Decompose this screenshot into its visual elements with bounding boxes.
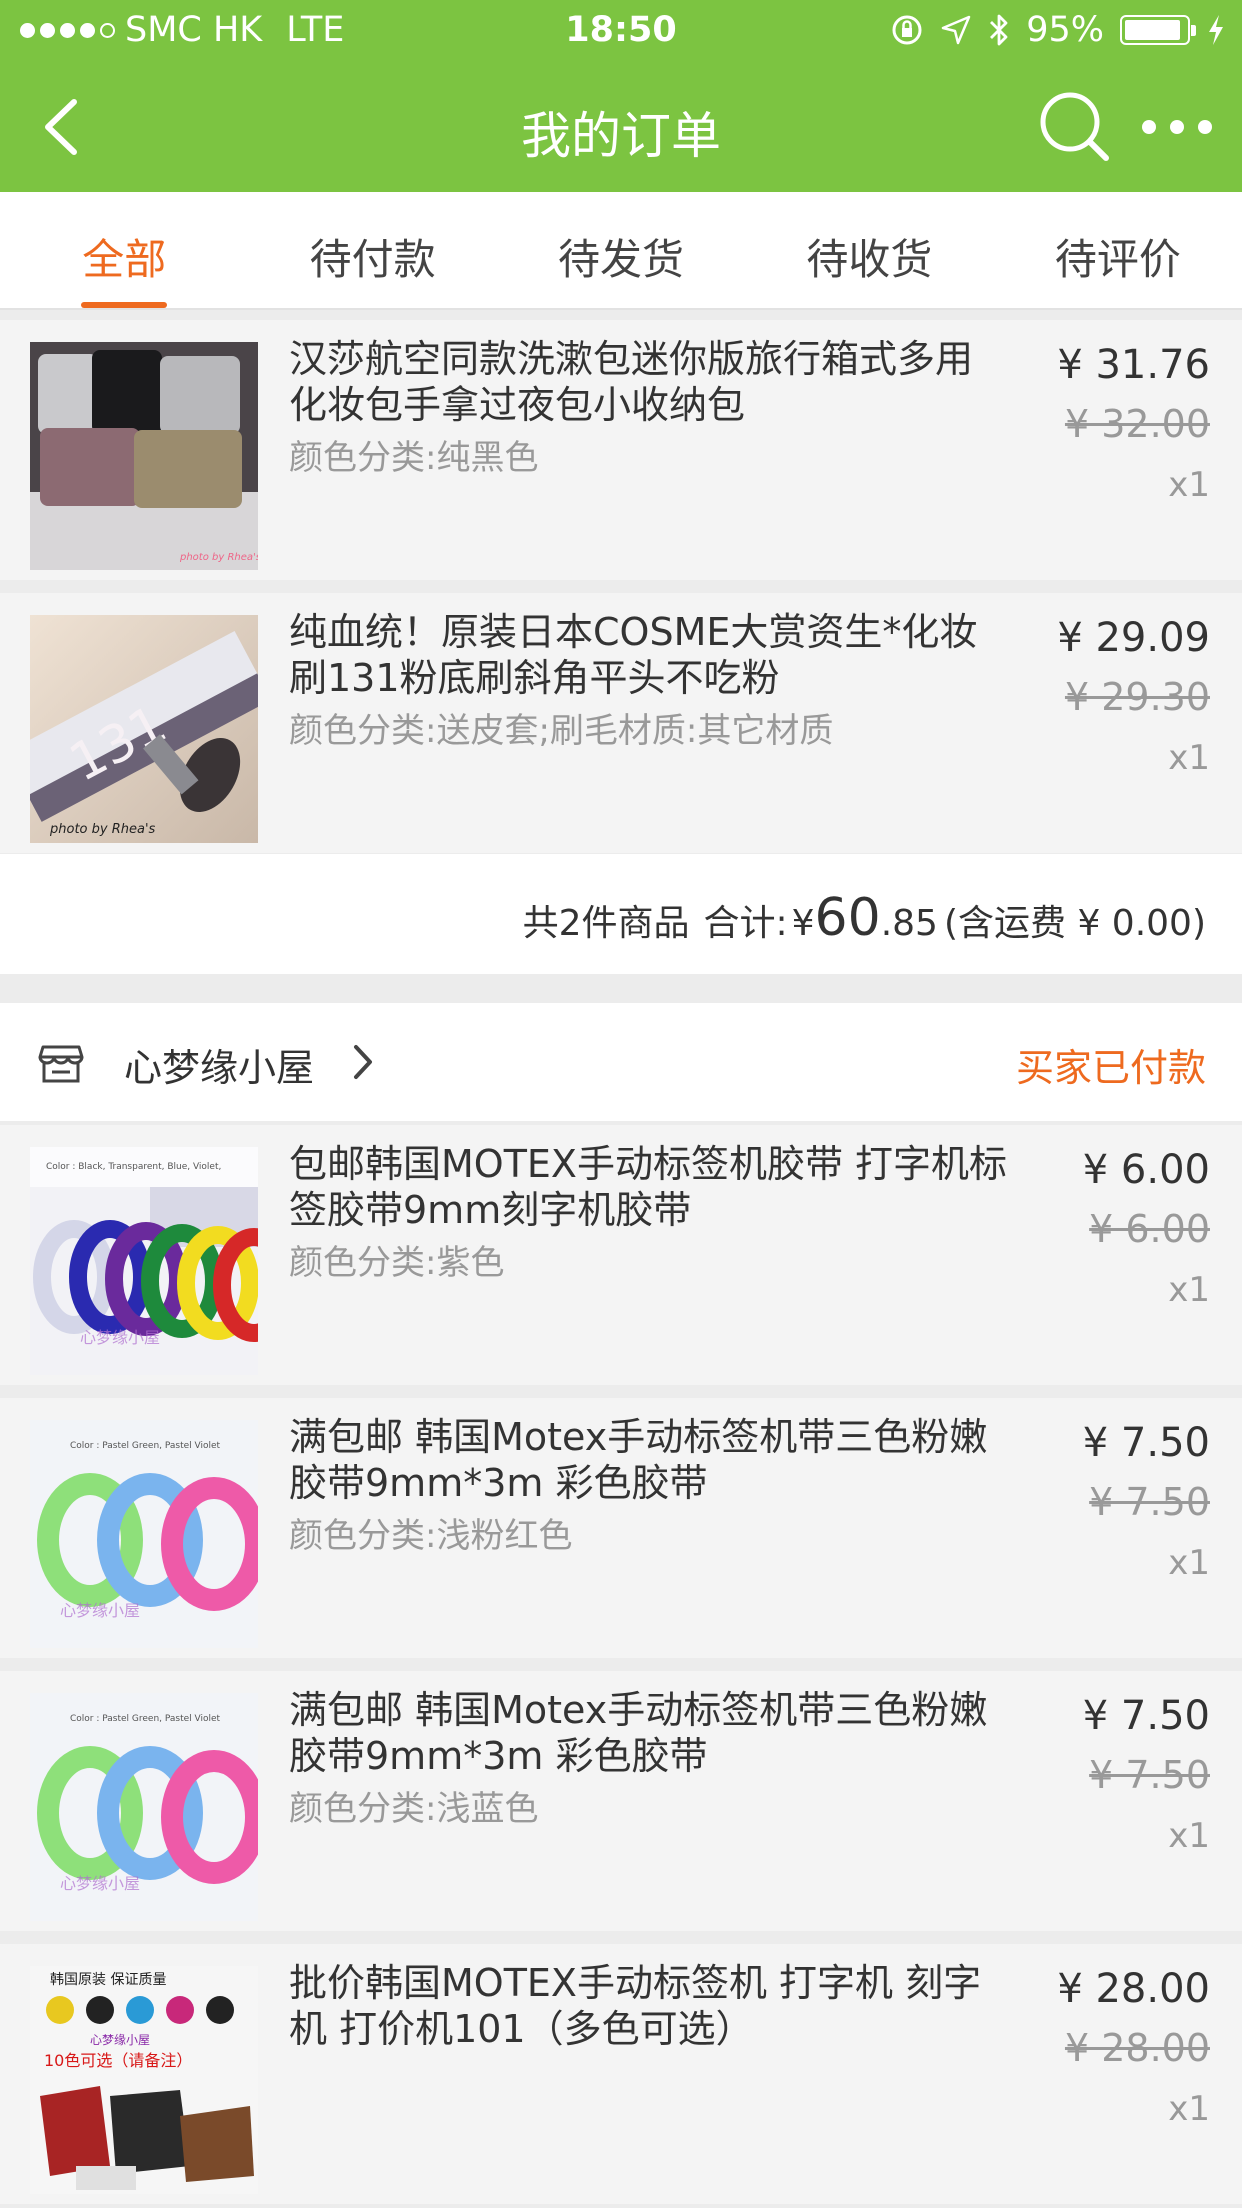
total-integer: 60 <box>814 888 881 948</box>
total-currency: ¥ <box>791 903 815 944</box>
product-thumbnail[interactable]: photo by Rhea's <box>30 342 258 570</box>
product-thumbnail[interactable]: Color : Pastel Green, Pastel Violet 心梦缘小… <box>30 1420 258 1648</box>
store-icon <box>38 1045 84 1083</box>
item-price: ¥ 28.00 <box>1057 1966 1210 2012</box>
item-title[interactable]: 包邮韩国MOTEX手动标签机胶带 打字机标签胶带9mm刻字机胶带 <box>289 1141 1009 1233</box>
item-quantity: x1 <box>1168 1270 1210 1310</box>
ad-text: 韩国原装 保证质量 <box>50 1972 166 1988</box>
item-sku: 颜色分类:浅蓝色 <box>289 1789 539 1829</box>
bluetooth-icon <box>990 14 1008 46</box>
item-title[interactable]: 批价韩国MOTEX手动标签机 打字机 刻字机 打价机101（多色可选） <box>289 1960 1009 2052</box>
shop-name[interactable]: 心梦缘小屋 <box>124 1037 314 1092</box>
photo-credit: photo by Rhea's <box>49 822 156 837</box>
item-sku: 颜色分类:紫色 <box>289 1243 505 1283</box>
search-button[interactable] <box>1038 90 1112 164</box>
order-tabs: 全部 待付款 待发货 待收货 待评价 <box>0 192 1242 310</box>
tab-all[interactable]: 全部 <box>0 192 248 308</box>
status-bar: SMC HK LTE 18:50 95% <box>0 0 1242 62</box>
photo-credit: photo by Rhea's <box>179 552 258 563</box>
shop-watermark: 心梦缘小屋 <box>60 1601 140 1620</box>
item-sku: 颜色分类:送皮套;刷毛材质:其它材质 <box>289 711 834 751</box>
item-original-price: ¥ 28.00 <box>1064 2026 1210 2070</box>
item-title[interactable]: 汉莎航空同款洗漱包迷你版旅行箱式多用化妆包手拿过夜包小收纳包 <box>289 336 1009 428</box>
item-price: ¥ 29.09 <box>1057 615 1210 661</box>
item-original-price: ¥ 6.00 <box>1089 1207 1210 1251</box>
item-quantity: x1 <box>1168 2089 1210 2129</box>
item-quantity: x1 <box>1168 1816 1210 1856</box>
tape-caption: Color : Black, Transparent, Blue, Violet… <box>46 1162 221 1172</box>
item-original-price: ¥ 7.50 <box>1089 1480 1210 1524</box>
item-sku: 颜色分类:纯黑色 <box>289 438 539 478</box>
order-total: 共2件商品 合计: ¥ 60 .85 (含运费 ¥ 0.00) <box>523 888 1206 948</box>
more-dot-icon <box>1142 120 1156 134</box>
total-label: 合计: <box>703 903 788 944</box>
location-icon <box>941 15 971 45</box>
item-original-price: ¥ 7.50 <box>1089 1753 1210 1797</box>
item-title[interactable]: 满包邮 韩国Motex手动标签机带三色粉嫩胶带9mm*3m 彩色胶带 <box>289 1687 1009 1779</box>
product-thumbnail[interactable]: Color : Pastel Green, Pastel Violet 心梦缘小… <box>30 1693 258 1921</box>
more-dot-icon <box>1198 120 1212 134</box>
item-price: ¥ 7.50 <box>1082 1693 1210 1739</box>
shop-watermark: 心梦缘小屋 <box>60 1874 140 1893</box>
tab-pending-review[interactable]: 待评价 <box>994 192 1242 308</box>
tab-pending-receipt[interactable]: 待收货 <box>745 192 993 308</box>
item-price: ¥ 31.76 <box>1057 342 1210 388</box>
more-dot-icon <box>1170 120 1184 134</box>
charging-icon <box>1209 15 1223 45</box>
chevron-right-icon <box>354 1045 372 1079</box>
order-item[interactable]: Color : Pastel Green, Pastel Violet 心梦缘小… <box>0 1671 1242 1931</box>
status-right: 95% <box>890 10 1226 50</box>
order-status: 买家已付款 <box>1015 1046 1206 1090</box>
item-original-price: ¥ 32.00 <box>1064 402 1210 446</box>
battery-percent: 95% <box>1026 10 1104 50</box>
shop-header[interactable]: 心梦缘小屋 买家已付款 <box>0 1003 1242 1121</box>
tab-pending-shipment[interactable]: 待发货 <box>497 192 745 308</box>
item-count: 共2件商品 <box>522 903 690 944</box>
order-item[interactable]: Color : Pastel Green, Pastel Violet 心梦缘小… <box>0 1398 1242 1658</box>
product-thumbnail[interactable]: 131 photo by Rhea's <box>30 615 258 843</box>
product-thumbnail[interactable]: 韩国原装 保证质量 心梦缘小屋 10色可选（请备注） <box>30 1966 258 2194</box>
order-summary: 共2件商品 合计: ¥ 60 .85 (含运费 ¥ 0.00) <box>0 854 1242 974</box>
shop-watermark: 心梦缘小屋 <box>90 2033 150 2047</box>
more-button[interactable] <box>1142 102 1212 152</box>
item-title[interactable]: 满包邮 韩国Motex手动标签机带三色粉嫩胶带9mm*3m 彩色胶带 <box>289 1414 1009 1506</box>
shipping-fee: (含运费 ¥ 0.00) <box>943 903 1206 944</box>
nav-bar: 我的订单 <box>0 62 1242 192</box>
item-original-price: ¥ 29.30 <box>1064 675 1210 719</box>
app-header: SMC HK LTE 18:50 95% 我的订单 <box>0 0 1242 192</box>
order-item[interactable]: photo by Rhea's 汉莎航空同款洗漱包迷你版旅行箱式多用化妆包手拿过… <box>0 320 1242 580</box>
orientation-lock-icon <box>892 15 922 45</box>
item-quantity: x1 <box>1168 738 1210 778</box>
battery-icon <box>1120 15 1196 45</box>
tape-caption: Color : Pastel Green, Pastel Violet <box>70 1441 221 1451</box>
item-quantity: x1 <box>1168 1543 1210 1583</box>
search-icon <box>1040 92 1109 161</box>
shop-watermark: 心梦缘小屋 <box>80 1328 160 1347</box>
item-title[interactable]: 纯血统！原装日本COSME大赏资生*化妆刷131粉底刷斜角平头不吃粉 <box>289 609 1009 701</box>
ad-text: 10色可选（请备注） <box>44 2051 192 2070</box>
tape-caption: Color : Pastel Green, Pastel Violet <box>70 1714 221 1724</box>
order-item[interactable]: 韩国原装 保证质量 心梦缘小屋 10色可选（请备注） 批价韩国MOTEX手动标签… <box>0 1944 1242 2204</box>
item-price: ¥ 7.50 <box>1082 1420 1210 1466</box>
tab-pending-payment[interactable]: 待付款 <box>248 192 496 308</box>
item-sku: 颜色分类:浅粉红色 <box>289 1516 573 1556</box>
order-item[interactable]: 131 photo by Rhea's 纯血统！原装日本COSME大赏资生*化妆… <box>0 593 1242 853</box>
item-price: ¥ 6.00 <box>1082 1147 1210 1193</box>
total-decimal: .85 <box>880 903 938 944</box>
order-item[interactable]: Color : Black, Transparent, Blue, Violet… <box>0 1125 1242 1385</box>
item-quantity: x1 <box>1168 465 1210 505</box>
product-thumbnail[interactable]: Color : Black, Transparent, Blue, Violet… <box>30 1147 258 1375</box>
